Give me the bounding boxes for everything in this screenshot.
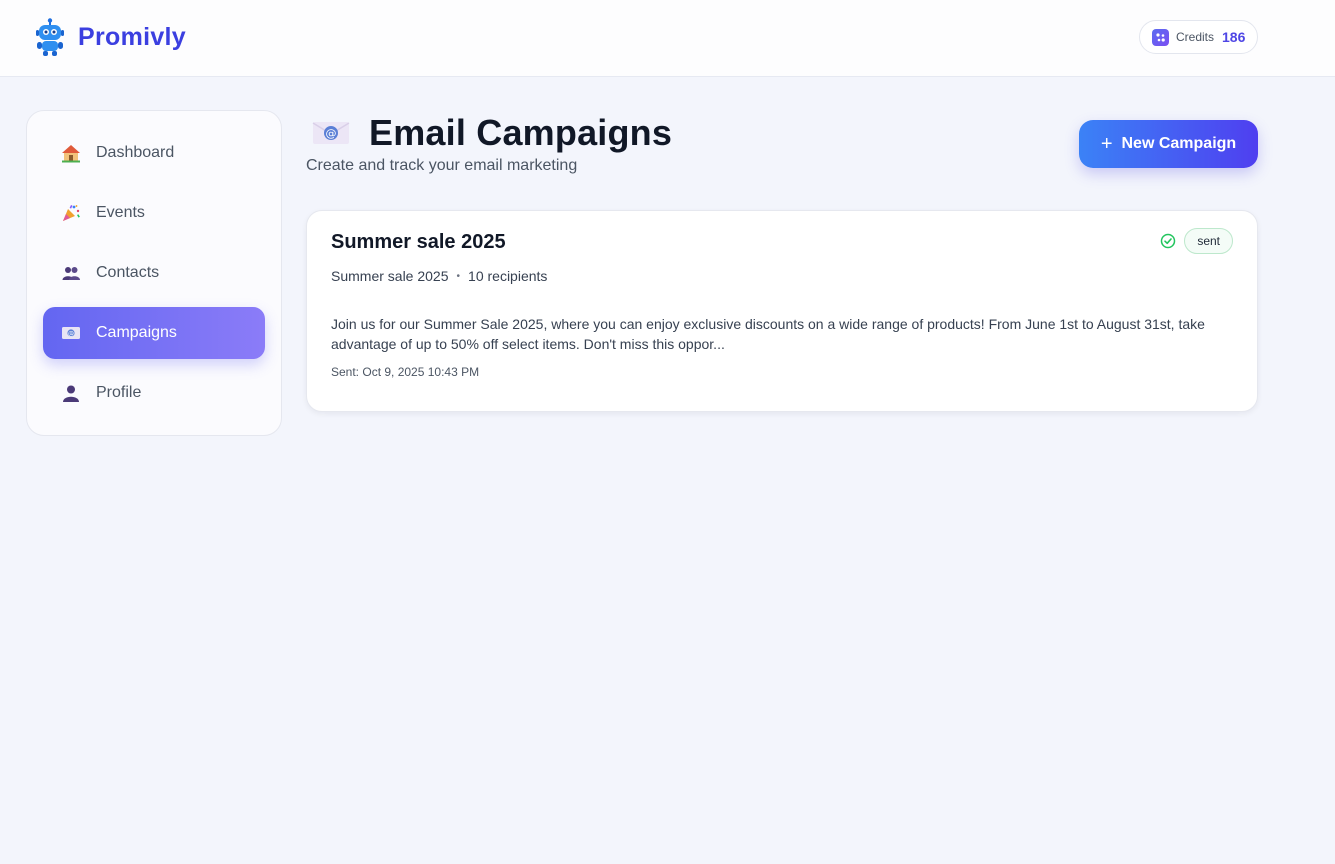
email-envelope-icon: @ [312,122,350,144]
campaign-status: sent [1160,228,1233,254]
sidebar-item-label: Contacts [96,264,160,281]
brand[interactable]: Promivly [34,17,186,57]
new-campaign-label: New Campaign [1121,135,1237,152]
sidebar-item-contacts[interactable]: Contacts [43,247,265,299]
page-title: Email Campaigns [369,112,673,153]
campaign-card[interactable]: Summer sale 2025 Summer sale 2025 • 10 r… [306,210,1258,412]
sidebar-item-events[interactable]: Events [43,187,265,239]
people-icon [61,263,81,283]
check-circle-icon [1161,233,1176,249]
sidebar-item-dashboard[interactable]: Dashboard [43,127,265,179]
plus-icon: + [1100,133,1113,155]
sidebar-item-campaigns[interactable]: @ Campaigns [43,307,265,359]
campaign-subject: Summer sale 2025 [331,268,449,284]
new-campaign-button[interactable]: + New Campaign [1079,120,1258,168]
sidebar-item-profile[interactable]: Profile [43,367,265,419]
svg-text:@: @ [68,330,74,337]
sidebar-item-label: Profile [96,384,142,401]
sidebar-item-label: Events [96,204,145,221]
sidebar: Dashboard Events Contacts @ Campaigns Pr… [26,110,282,436]
credits-pill[interactable]: Credits 186 [1139,20,1258,54]
email-icon: @ [61,323,81,343]
sidebar-item-label: Campaigns [96,324,177,341]
campaign-recipients: 10 recipients [468,268,548,284]
robot-icon [36,18,64,56]
campaign-preview: Join us for our Summer Sale 2025, where … [331,316,1205,352]
campaign-title: Summer sale 2025 [331,231,506,253]
top-bar: Promivly Credits 186 [0,0,1335,77]
person-icon [61,383,81,403]
sparkle-icon [1152,28,1169,46]
campaign-meta: Summer sale 2025 • 10 recipients [331,268,1233,284]
page-subtitle: Create and track your email marketing [306,157,578,174]
page-header: @ Email Campaigns Create and track your … [306,112,672,175]
status-badge: sent [1184,228,1233,254]
brand-name: Promivly [78,22,187,51]
house-icon [61,143,81,163]
party-popper-icon [61,203,81,223]
svg-text:@: @ [326,127,337,140]
credits-value: 186 [1222,29,1246,45]
sidebar-item-label: Dashboard [96,144,175,161]
meta-separator: • [456,270,461,282]
credits-label: Credits [1176,30,1215,44]
campaign-sent-date: Sent: Oct 9, 2025 10:43 PM [331,365,480,379]
